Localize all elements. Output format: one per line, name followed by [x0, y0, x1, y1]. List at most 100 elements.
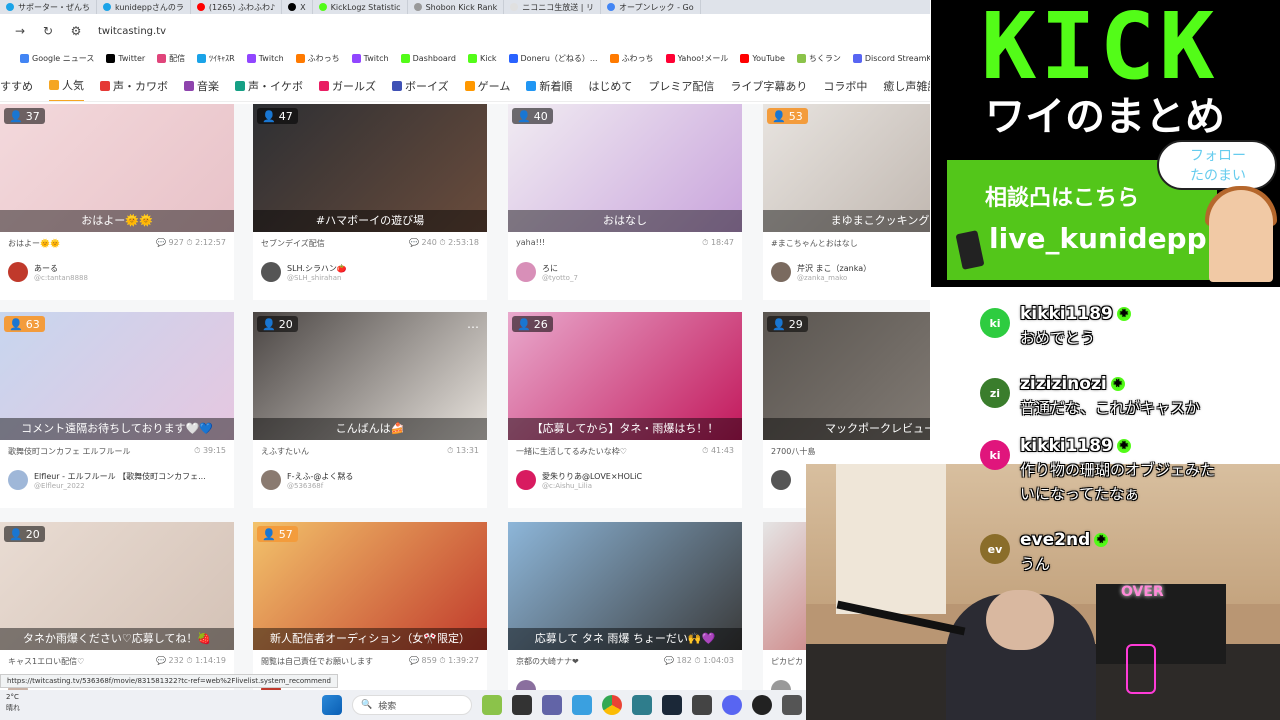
category-tab[interactable]: ゲーム [464, 70, 510, 101]
streamer-name[interactable]: SLH.シラハン🍅 [287, 263, 347, 274]
bookmark-item[interactable]: Yahoo!メール [665, 53, 728, 64]
avatar[interactable] [261, 262, 281, 282]
teams-icon[interactable] [542, 695, 562, 715]
bookmark-item[interactable]: 配信 [157, 53, 185, 64]
streamer-info[interactable]: あーる @c:tantan8888 [8, 260, 226, 284]
browser-tab[interactable]: サポーター・ぜんち [0, 0, 97, 14]
more-menu-icon[interactable]: ⋯ [467, 320, 479, 334]
obs-icon[interactable] [752, 695, 772, 715]
bookmark-item[interactable]: ﾂｲｷｬｽR [197, 53, 235, 64]
weather-widget[interactable]: 2°C 晴れ [6, 692, 20, 714]
stream-thumbnail[interactable]: 👤 57 新人配信者オーディション（女🎌限定） [253, 522, 487, 650]
live-card[interactable]: 👤 20 こんばんは🍰 ⋯ えふすたいん ⏱ 13:31 F-えふ-@よく黙る @536368… [253, 312, 487, 508]
app-icon[interactable] [782, 695, 802, 715]
bookmark-item[interactable]: YouTube [740, 53, 785, 63]
stream-thumbnail[interactable]: 👤 37 おはよー🌞🌞 [0, 104, 234, 232]
stream-thumbnail[interactable]: 👤 20 タネか雨爆ください♡応募してね！🍓 [0, 522, 234, 650]
live-card[interactable]: 👤 26 【応募してから】タネ・雨爆はち！！ 一緒に生活してるみたいな枠♡ ⏱ 41:4… [508, 312, 742, 508]
stream-thumbnail[interactable]: 👤 53 まゆまこクッキング [763, 104, 930, 232]
stream-thumbnail[interactable]: 👤 47 #ハマボーイの遊び場 [253, 104, 487, 232]
avatar[interactable] [8, 262, 28, 282]
bookmark-item[interactable]: ふわっち [609, 53, 654, 64]
category-tab[interactable]: すすめ [0, 70, 33, 101]
streamer-info[interactable]: SLH.シラハン🍅 @SLH_shirahan [261, 260, 479, 284]
bookmark-item[interactable]: ふわっち [295, 53, 340, 64]
forward-icon[interactable]: → [14, 24, 26, 38]
bookmark-item[interactable]: ちくラン [796, 53, 841, 64]
category-tab[interactable]: コラボ中 [823, 70, 867, 101]
live-card[interactable]: 応募して タネ 雨爆 ちょーだい🙌💜 京都の大崎ナナ❤ 💬 182 ⏱ 1:04:0… [508, 522, 742, 690]
streamer-name[interactable]: F-えふ-@よく黙る [287, 471, 353, 482]
browser-tab[interactable]: kunideppさんのラ [97, 0, 191, 14]
bookmark-item[interactable]: Twitter [106, 53, 145, 63]
stream-thumbnail[interactable]: 👤 63 コメント遠隔お待ちしております🤍💙 [0, 312, 234, 440]
streamer-info[interactable]: 芹沢 まこ（zanka） @zanka_mako [771, 260, 930, 284]
taskbar-search[interactable]: 🔍 検索 [352, 695, 472, 715]
stream-thumbnail[interactable]: 👤 29 マックポークレビュー [763, 312, 930, 440]
category-tab[interactable]: プレミア配信 [648, 70, 714, 101]
category-tab[interactable]: 声・イケボ [235, 70, 303, 101]
category-tab[interactable]: 音楽 [184, 70, 219, 101]
category-tab[interactable]: 癒し声雑談 [883, 70, 930, 101]
live-card[interactable]: 👤 53 まゆまこクッキング #まこちゃんとおはなし 芹沢 まこ（zanka） @zank… [763, 104, 930, 300]
streamer-name[interactable]: あーる [34, 263, 88, 274]
windows-start-icon[interactable] [322, 695, 342, 715]
streamer-info[interactable]: ろに @tyotto_7 [516, 260, 734, 284]
browser-tab[interactable]: ニコニコ生放送 | リ [504, 0, 602, 14]
browser-tab[interactable]: X [282, 0, 313, 14]
category-tab[interactable]: ライブ字幕あり [730, 70, 807, 101]
stream-thumbnail[interactable]: 応募して タネ 雨爆 ちょーだい🙌💜 [508, 522, 742, 650]
live-card[interactable]: 👤 20 タネか雨爆ください♡応募してね！🍓 キャス1エロい配信♡ 💬 232 ⏱ 1:… [0, 522, 234, 690]
streamer-info[interactable] [516, 678, 734, 690]
browser-tab[interactable]: オープンレック - Go [601, 0, 701, 14]
live-card[interactable]: 👤 37 おはよー🌞🌞 おはよー🌞🌞 💬 927 ⏱ 2:12:57 あーる @c:tant… [0, 104, 234, 300]
category-tab[interactable]: 人気 [49, 70, 84, 101]
bookmark-item[interactable]: Doneru（どねる）... [508, 53, 598, 64]
widgets-icon[interactable] [482, 695, 502, 715]
task-view-icon[interactable] [512, 695, 532, 715]
bookmark-item[interactable]: Discord StreamKit O... [852, 53, 930, 63]
avatar[interactable] [771, 470, 791, 490]
steam-icon[interactable] [662, 695, 682, 715]
streamer-info[interactable]: 愛朱りりあ@LOVE×HOLiC @c:Aishu_Lilia [516, 468, 734, 492]
app-icon[interactable] [572, 695, 592, 715]
chrome-icon[interactable] [602, 695, 622, 715]
avatar[interactable] [516, 680, 536, 690]
live-card[interactable]: 👤 57 新人配信者オーディション（女🎌限定） 閲覧は自己責任でお願いします 💬 859… [253, 522, 487, 690]
browser-tab[interactable]: (1265) ふわふわ♪ [191, 0, 283, 14]
site-settings-icon[interactable]: ⚙ [70, 24, 82, 38]
streamer-name[interactable]: 愛朱りりあ@LOVE×HOLiC [542, 471, 642, 482]
app-icon[interactable] [632, 695, 652, 715]
streamer-info[interactable]: Elfleur - エルフルール 【歌舞伎町コンカフェ... @Elfleur_2… [8, 468, 226, 492]
bookmark-item[interactable]: Google ニュース [20, 53, 94, 64]
avatar[interactable] [8, 470, 28, 490]
avatar[interactable] [261, 470, 281, 490]
discord-icon[interactable] [722, 695, 742, 715]
browser-tab[interactable]: Shobon Kick Rank [408, 0, 505, 14]
category-tab[interactable]: ボーイズ [392, 70, 449, 101]
category-tab[interactable]: ガールズ [319, 70, 376, 101]
bookmark-item[interactable]: Twitch [351, 53, 389, 63]
stream-thumbnail[interactable]: 👤 40 おはなし [508, 104, 742, 232]
avatar[interactable] [771, 262, 791, 282]
streamer-name[interactable]: Elfleur - エルフルール 【歌舞伎町コンカフェ... [34, 471, 206, 482]
browser-tab[interactable]: KickLogz Statistic [313, 0, 408, 14]
streamer-info[interactable]: F-えふ-@よく黙る @536368f [261, 468, 479, 492]
bookmark-item[interactable]: Kick [468, 53, 497, 63]
streamer-name[interactable]: ろに [542, 263, 578, 274]
streamer-name[interactable]: 芹沢 まこ（zanka） [797, 263, 871, 274]
live-card[interactable]: 👤 40 おはなし yaha!!! ⏱ 18:47 ろに @tyotto_7 [508, 104, 742, 300]
bookmark-item[interactable]: Dashboard [400, 53, 456, 63]
category-tab[interactable]: 新着順 [526, 70, 572, 101]
avatar[interactable] [516, 470, 536, 490]
avatar[interactable] [516, 262, 536, 282]
bookmark-item[interactable]: Twitch [246, 53, 284, 63]
category-tab[interactable]: 声・カワボ [100, 70, 168, 101]
live-card[interactable]: 👤 63 コメント遠隔お待ちしております🤍💙 歌舞伎町コンカフェ エルフルール ⏱ 39… [0, 312, 234, 508]
stream-thumbnail[interactable]: 👤 20 こんばんは🍰 ⋯ [253, 312, 487, 440]
live-card[interactable]: 👤 47 #ハマボーイの遊び場 セブンデイズ配信 💬 240 ⏱ 2:53:18 SLH.… [253, 104, 487, 300]
stream-thumbnail[interactable]: 👤 26 【応募してから】タネ・雨爆はち！！ [508, 312, 742, 440]
app-icon[interactable] [692, 695, 712, 715]
url-field[interactable]: twitcasting.tv [98, 26, 166, 37]
avatar[interactable] [771, 680, 791, 690]
